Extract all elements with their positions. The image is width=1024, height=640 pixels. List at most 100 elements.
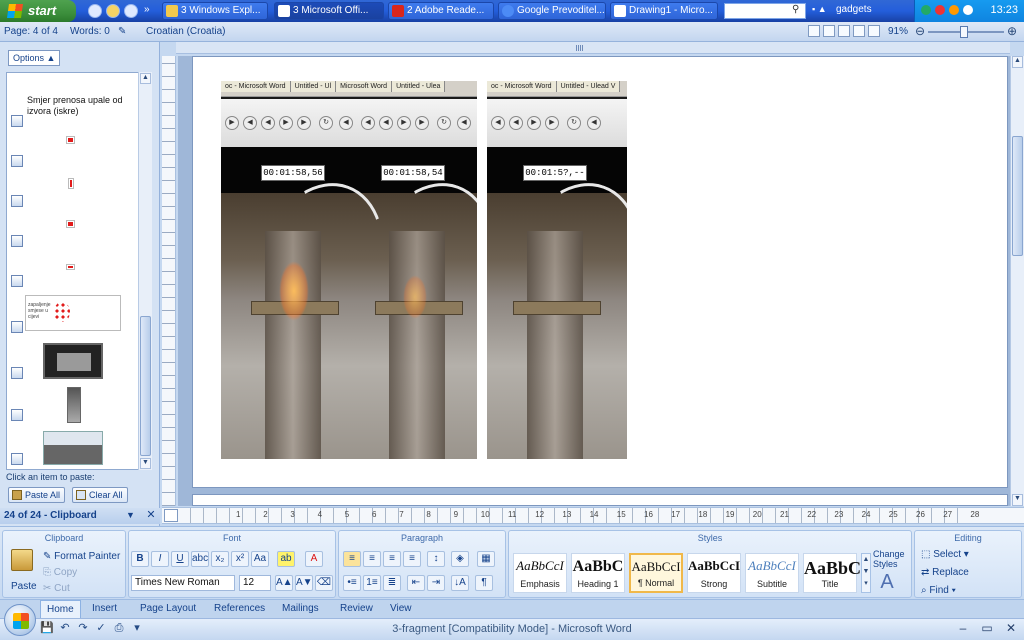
minimize-icon[interactable]: – [956,621,970,635]
draft-view-icon[interactable] [868,25,880,37]
print-layout-view-icon[interactable] [808,25,820,37]
line-spacing-icon[interactable]: ↕ [427,551,445,567]
scroll-up-icon[interactable]: ▲ [1012,56,1023,68]
clip-item-diagram[interactable]: zapaljenje smjese u cijevi [7,291,141,337]
clip-item-text[interactable]: Smjer prenosa upale od izvora (iskre) [7,91,141,131]
quicklaunch-media-icon[interactable] [106,4,120,18]
toolbar-menu-icon[interactable]: ▪ ▲ [812,4,827,14]
spelling-icon[interactable]: ✓ [94,621,108,635]
close-window-icon[interactable]: ✕ [1004,621,1018,635]
split-grip-icon[interactable] [576,45,584,51]
decrease-indent-icon[interactable]: ⇤ [407,575,425,591]
borders-icon[interactable]: ▦ [477,551,495,567]
search-icon[interactable]: ⚲ [792,4,799,15]
task-windows-explorer[interactable]: 3 Windows Expl... [162,2,268,20]
style-normal[interactable]: AaBbCcI ¶ Normal [629,553,683,593]
change-styles-icon[interactable]: A [875,571,899,593]
document-page[interactable]: oc - Microsoft Word Untitled - Ul Microsof… [192,56,1008,488]
task-microsoft-office[interactable]: 3 Microsoft Offi... [274,2,384,20]
paste-button[interactable]: Paste [11,581,37,592]
paste-all-button[interactable]: Paste All [8,487,66,503]
strikethrough-button[interactable]: abc [191,551,209,567]
options-button[interactable]: Options ▲ [8,50,60,66]
clip-item-frames[interactable] [7,429,141,469]
tab-review[interactable]: Review [334,600,379,618]
tab-page-layout[interactable]: Page Layout [134,600,202,618]
web-layout-view-icon[interactable] [838,25,850,37]
network-icon[interactable] [921,5,931,15]
bullets-icon[interactable]: •≡ [343,575,361,591]
highlight-icon[interactable]: ab [277,551,295,567]
proofing-icon[interactable]: ✎ [118,26,126,37]
style-strong[interactable]: AaBbCcI Strong [687,553,741,593]
clipboard-scrollbar[interactable]: ▲ ▼ [138,72,152,470]
clear-formatting-icon[interactable]: ⌫ [315,575,333,591]
tab-insert[interactable]: Insert [86,600,123,618]
align-right-icon[interactable]: ≡ [383,551,401,567]
split-bar[interactable] [176,42,1010,54]
scrollbar-thumb[interactable] [1012,136,1023,256]
superscript-button[interactable]: x² [231,551,249,567]
font-color-icon[interactable]: A [305,551,323,567]
office-button[interactable] [4,604,36,636]
language-indicator[interactable]: Croatian (Croatia) [146,26,225,37]
zoom-slider-knob[interactable] [960,26,968,38]
subscript-button[interactable]: x₂ [211,551,229,567]
change-styles-button[interactable]: Change Styles [873,549,913,569]
pane-menu-icon[interactable]: ▼ [126,510,135,520]
tab-home[interactable]: Home [40,600,81,618]
bold-button[interactable]: B [131,551,149,567]
style-subtitle[interactable]: AaBbCcI Subtitle [745,553,799,593]
grow-font-icon[interactable]: A▲ [275,575,293,591]
print-preview-icon[interactable]: ⎙ [112,621,126,635]
task-adobe-reader[interactable]: 2 Adobe Reade... [388,2,494,20]
font-size-combo[interactable]: 12 [239,575,271,591]
clock[interactable]: 13:23 [990,4,1018,16]
clip-item-dash[interactable] [7,251,141,291]
zoom-level[interactable]: 91% [888,26,908,37]
redo-icon[interactable]: ↷ [76,621,90,635]
increase-indent-icon[interactable]: ⇥ [427,575,445,591]
underline-button[interactable]: U [171,551,189,567]
volume-icon[interactable] [963,5,973,15]
quicklaunch-more-icon[interactable]: » [144,4,150,15]
update-icon[interactable] [949,5,959,15]
scroll-down-icon[interactable]: ▼ [140,458,151,469]
quicklaunch-ie-icon[interactable] [88,4,102,18]
scroll-up-icon[interactable]: ▲ [140,73,151,84]
word-count[interactable]: Words: 0 [70,26,110,37]
zoom-in-icon[interactable]: ⊕ [1006,24,1018,38]
show-marks-icon[interactable]: ¶ [475,575,493,591]
style-emphasis[interactable]: AaBbCcI Emphasis [513,553,567,593]
style-heading-1[interactable]: AaBbC Heading 1 [571,553,625,593]
clip-item-dot[interactable] [7,211,141,251]
page-counter[interactable]: Page: 4 of 4 [4,26,58,37]
cut-button[interactable]: ✂ Cut [43,583,70,594]
undo-icon[interactable]: ↶ [58,621,72,635]
horizontal-ruler[interactable]: 1 2 3 4 5 6 7 8 9 10 11 12 13 14 15 16 17 18 19 20 21 22 23 24 2… [162,507,1024,524]
document-scrollbar[interactable]: ▲ ▼ [1010,56,1024,506]
zoom-slider[interactable]: ⊖ ⊕ [914,24,1018,38]
paste-icon[interactable] [11,549,33,571]
clip-item-screenshot[interactable] [7,339,141,383]
customize-qat-icon[interactable]: ▾ [130,621,144,635]
tab-mailings[interactable]: Mailings [276,600,325,618]
shading-icon[interactable]: ◈ [451,551,469,567]
align-center-icon[interactable]: ≡ [363,551,381,567]
clip-item-dot[interactable] [7,131,141,171]
justify-icon[interactable]: ≡ [403,551,421,567]
change-case-button[interactable]: Aa [251,551,269,567]
tab-references[interactable]: References [208,600,271,618]
copy-button[interactable]: ⎘ Copy [43,567,77,578]
align-left-icon[interactable]: ≡ [343,551,361,567]
gadgets-button[interactable]: gadgets [836,4,872,15]
zoom-out-icon[interactable]: ⊖ [914,24,926,38]
save-icon[interactable]: 💾 [40,621,54,635]
replace-button[interactable]: ⇄ Replace [921,567,969,578]
tab-view[interactable]: View [384,600,418,618]
close-icon[interactable]: ✕ [144,508,158,524]
styles-scroll-icon[interactable]: ▲ ▼ ▾ [861,553,871,593]
numbering-icon[interactable]: 1≡ [363,575,381,591]
vertical-ruler[interactable] [162,56,176,506]
sort-icon[interactable]: ↓A [451,575,469,591]
